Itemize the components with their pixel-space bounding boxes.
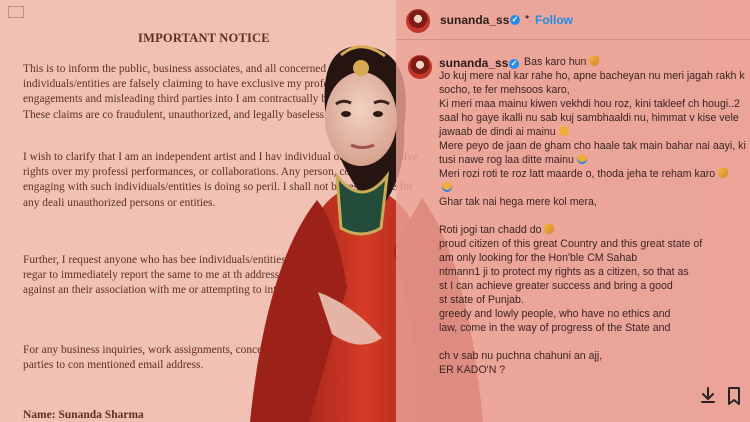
- caption-line: jawaab de dindi ai mainu: [439, 126, 569, 140]
- follow-button[interactable]: Follow: [535, 13, 573, 27]
- crying-face-icon: [442, 182, 452, 192]
- caption-line: Ghar tak nai hega mere kol mera,: [439, 196, 597, 208]
- caption-line: saal ho gaye ikalli nu sab kuj sambhaald…: [439, 112, 739, 124]
- post-actions: [698, 386, 742, 408]
- verified-badge-icon: ✓: [510, 15, 520, 25]
- sad-face-icon: [558, 126, 569, 136]
- crying-face-icon: [576, 154, 587, 164]
- caption-line: am only looking for the Hon'ble CM Sahab: [439, 252, 638, 264]
- account-handle[interactable]: sunanda_ss: [440, 13, 509, 27]
- caption-line: ntmann1 ji to protect my rights as a cit…: [439, 266, 689, 278]
- avatar[interactable]: [406, 9, 430, 33]
- caption-line: Roti jogi tan chadd do: [439, 224, 555, 238]
- caption-line: ch v sab nu puchna chahuni an ajj,: [439, 350, 603, 362]
- praying-hands-icon: [589, 56, 600, 66]
- separator-dot: •: [525, 10, 530, 24]
- instagram-header: sunanda_ss ✓ • Follow: [396, 0, 750, 40]
- notice-name-line: Name: Sunanda Sharma: [23, 409, 144, 421]
- right-eye: [373, 111, 383, 117]
- caption-line: tusi nawe rog laa ditte mainu: [439, 154, 587, 168]
- caption-emoji-line: [439, 182, 452, 196]
- caption-avatar[interactable]: [408, 55, 432, 79]
- maang-tikka: [353, 60, 369, 76]
- caption-line: socho, te fer mehsoos karo,: [439, 84, 570, 96]
- bookmark-icon[interactable]: [724, 386, 744, 406]
- caption-line: Ki meri maa mainu kiwen vekhdi hou roz, …: [439, 98, 740, 110]
- caption-line: Bas karo hun: [524, 56, 600, 70]
- caption-line: st state of Punjab.: [439, 294, 524, 306]
- caption-line: Jo kuj mere nal kar rahe ho, apne bachey…: [439, 70, 745, 82]
- praying-hands-icon: [718, 168, 729, 178]
- caption-handle[interactable]: sunanda_ss: [439, 56, 508, 70]
- praying-hands-icon: [544, 224, 555, 234]
- notice-and-instagram-collage: IMPORTANT NOTICE This is to inform the p…: [0, 0, 750, 422]
- caption-line: proud citizen of this great Country and …: [439, 238, 703, 250]
- face: [325, 72, 397, 166]
- caption-verified-badge-icon: ✓: [509, 59, 519, 69]
- instagram-post-panel: sunanda_ss ✓ • Follow sunanda_ss ✓ Bas k…: [396, 0, 750, 422]
- caption-line: greedy and lowly people, who have no eth…: [439, 308, 671, 320]
- download-icon[interactable]: [698, 386, 718, 406]
- caption-line: law, come in the way of progress of the …: [439, 322, 671, 334]
- caption-line: ER KADO'N ?: [439, 364, 506, 376]
- caption-line: Meri rozi roti te roz latt maarde o, tho…: [439, 168, 729, 182]
- left-eye: [341, 111, 351, 117]
- caption-line: Mere peyo de jaan de gham cho haale tak …: [439, 140, 746, 152]
- document-corner-icon: [8, 6, 24, 18]
- caption-line: st I can achieve greater success and bri…: [439, 280, 673, 292]
